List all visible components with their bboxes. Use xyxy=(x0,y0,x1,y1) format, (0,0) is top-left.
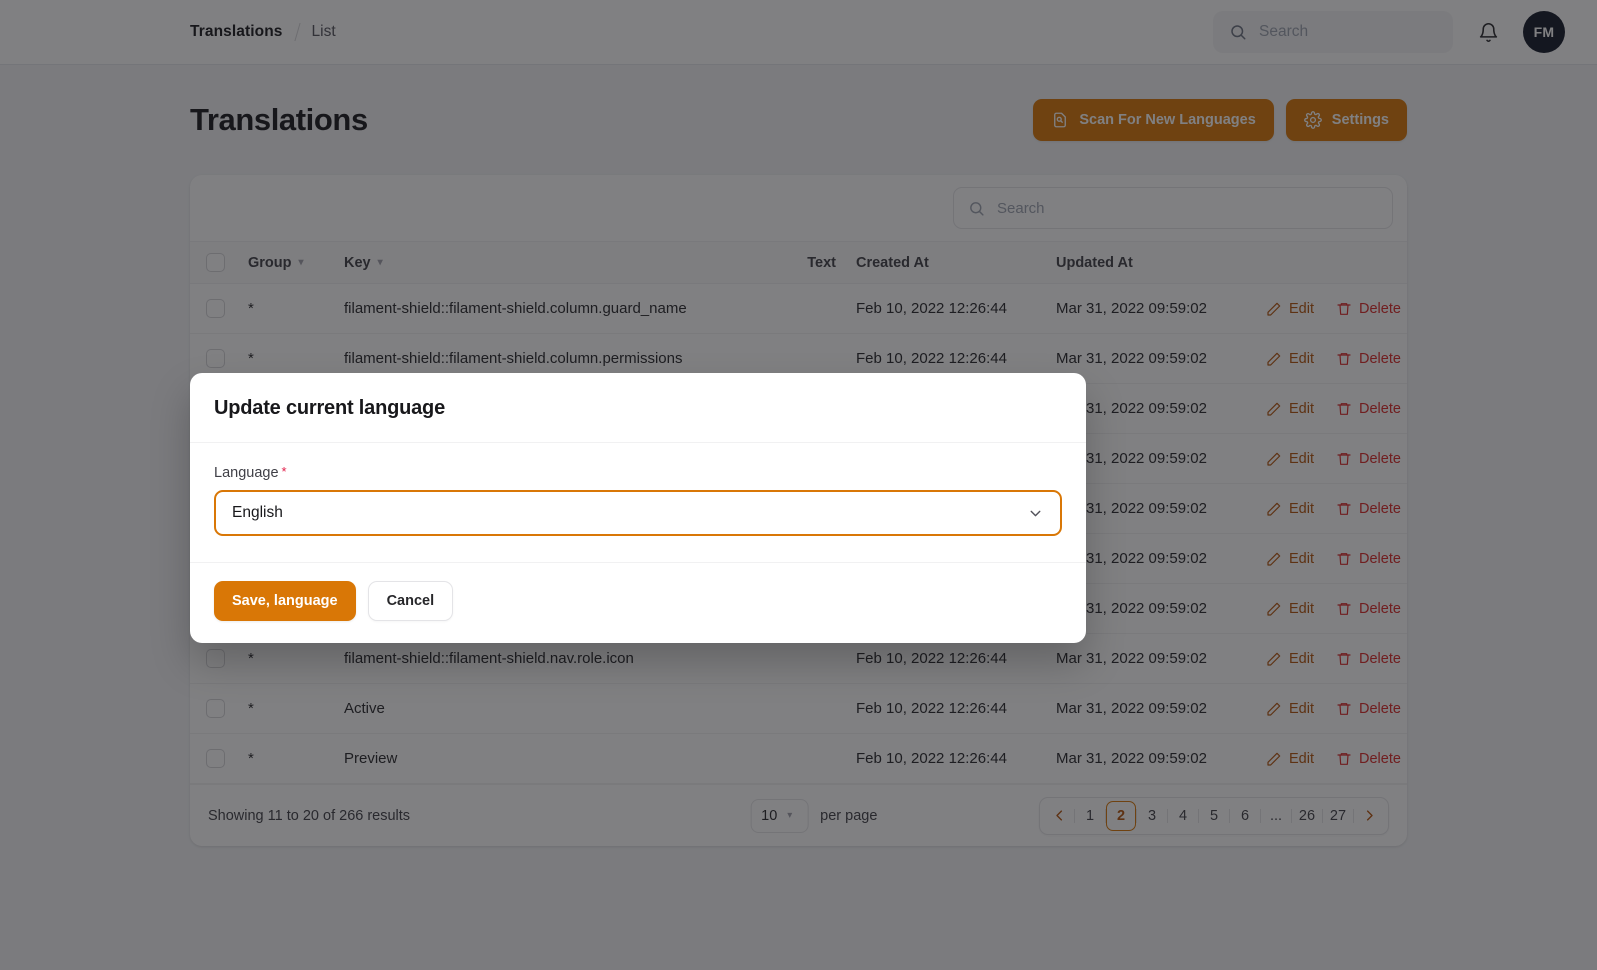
cancel-button[interactable]: Cancel xyxy=(367,581,454,621)
chevron-down-icon xyxy=(1027,505,1044,522)
language-field-label: Language * xyxy=(214,465,1062,481)
language-select-value: English xyxy=(232,504,283,521)
language-field-label-text: Language xyxy=(214,465,279,481)
modal-title: Update current language xyxy=(214,397,445,419)
language-select[interactable]: English xyxy=(214,490,1062,536)
required-marker: * xyxy=(281,464,287,479)
modal-header: Update current language xyxy=(190,373,1086,443)
modal-body: Language * English xyxy=(190,443,1086,563)
save-language-button[interactable]: Save, language xyxy=(214,581,356,621)
modal-footer: Save, language Cancel xyxy=(190,563,1086,643)
update-language-modal: Update current language Language * Engli… xyxy=(190,373,1086,643)
